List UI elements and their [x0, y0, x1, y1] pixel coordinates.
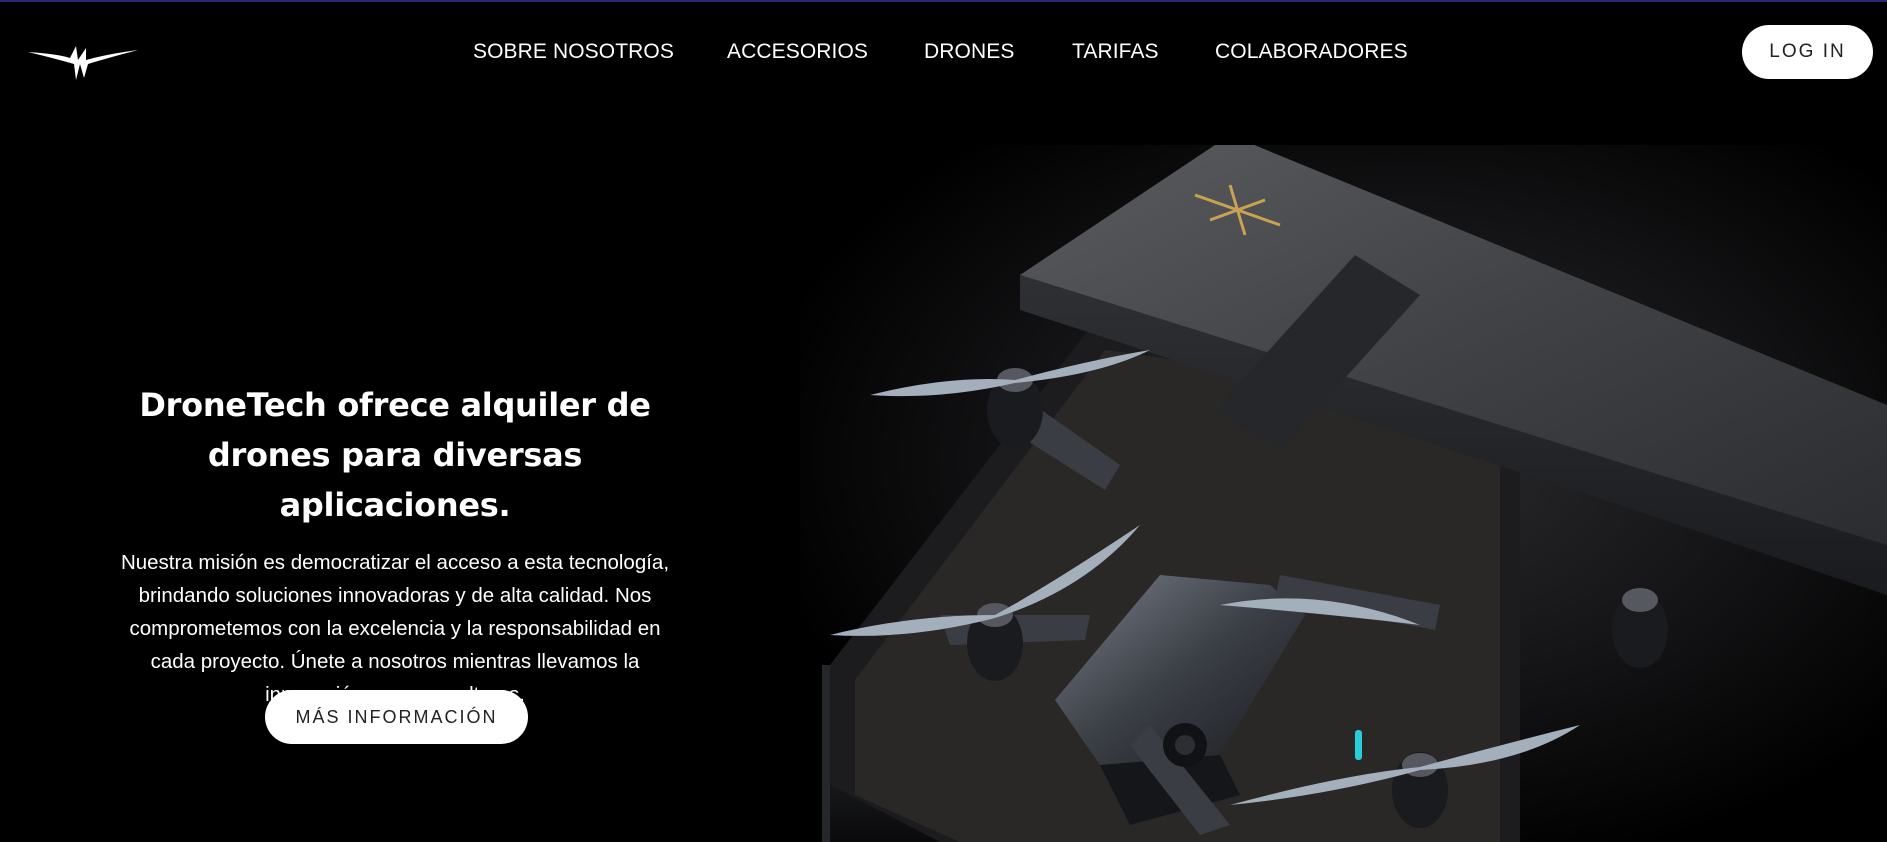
more-info-button[interactable]: MÁS INFORMACIÓN [265, 690, 528, 744]
main-nav: SOBRE NOSOTROS ACCESORIOS DRONES TARIFAS… [0, 40, 1887, 66]
hero-title-line-1: DroneTech ofrece alquiler de [139, 386, 651, 424]
hero-description: Nuestra misión es democratizar el acceso… [95, 546, 695, 711]
hero-content: DroneTech ofrece alquiler de drones para… [95, 380, 695, 711]
nav-item-accesorios[interactable]: ACCESORIOS [727, 40, 868, 64]
hero-desc-line-3: comprometemos con la excelencia y la res… [129, 617, 661, 640]
nav-item-tarifas[interactable]: TARIFAS [1072, 40, 1159, 64]
hero-desc-line-1: Nuestra misión es democratizar el acceso… [120, 551, 670, 574]
page: SOBRE NOSOTROS ACCESORIOS DRONES TARIFAS… [0, 0, 1887, 842]
hero-drone-image [800, 145, 1887, 842]
site-header: SOBRE NOSOTROS ACCESORIOS DRONES TARIFAS… [0, 2, 1887, 100]
nav-item-sobre-nosotros[interactable]: SOBRE NOSOTROS [473, 40, 674, 64]
hero-desc-line-4: cada proyecto. Únete a nosotros mientras… [150, 650, 640, 673]
hero-title: DroneTech ofrece alquiler de drones para… [95, 380, 695, 530]
hero-title-line-2: drones para diversas aplicaciones. [207, 436, 583, 524]
nav-item-colaboradores[interactable]: COLABORADORES [1215, 40, 1408, 64]
nav-item-drones[interactable]: DRONES [924, 40, 1014, 64]
login-button[interactable]: LOG IN [1742, 25, 1873, 79]
hero-desc-line-2: brindando soluciones innovadoras y de al… [138, 584, 652, 607]
